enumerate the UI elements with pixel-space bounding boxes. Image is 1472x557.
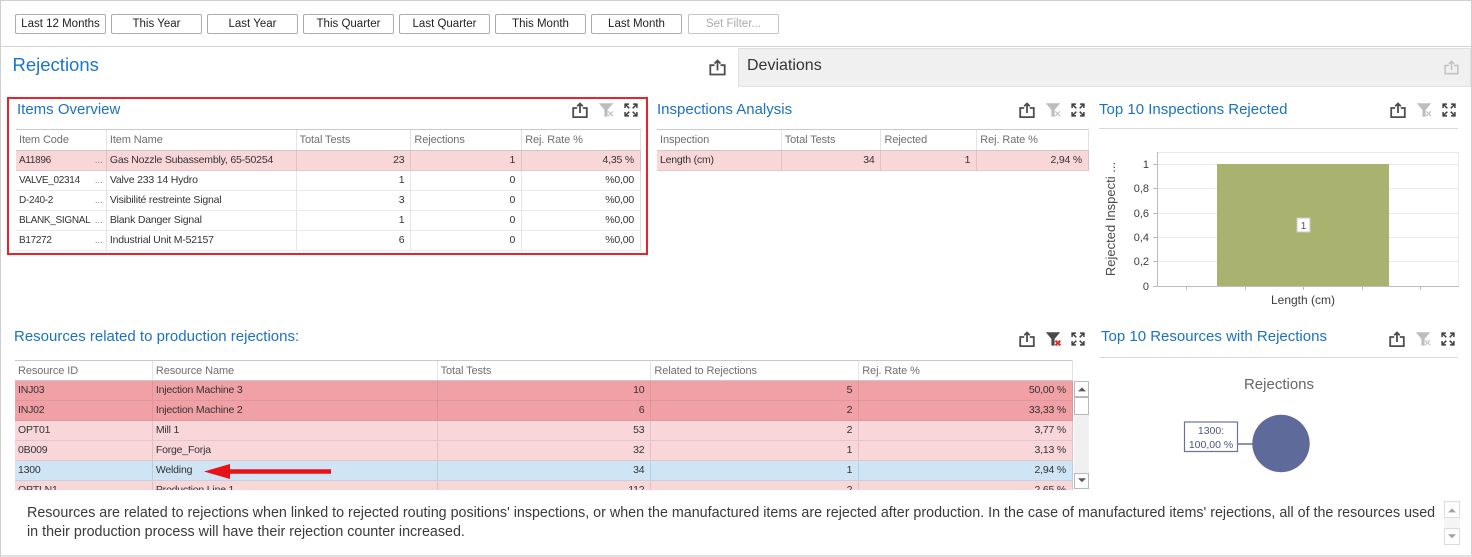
svg-text:0: 0 bbox=[1143, 281, 1149, 293]
svg-text:Length (cm): Length (cm) bbox=[1271, 293, 1335, 307]
svg-text:0,2: 0,2 bbox=[1134, 256, 1149, 268]
svg-text:0,6: 0,6 bbox=[1134, 208, 1149, 220]
svg-text:1: 1 bbox=[1143, 159, 1149, 171]
svg-text:1: 1 bbox=[1301, 221, 1307, 232]
svg-text:0,4: 0,4 bbox=[1134, 232, 1149, 244]
svg-text:0,8: 0,8 bbox=[1134, 183, 1149, 195]
svg-text:Rejected Inspecti ...: Rejected Inspecti ... bbox=[1103, 162, 1118, 276]
